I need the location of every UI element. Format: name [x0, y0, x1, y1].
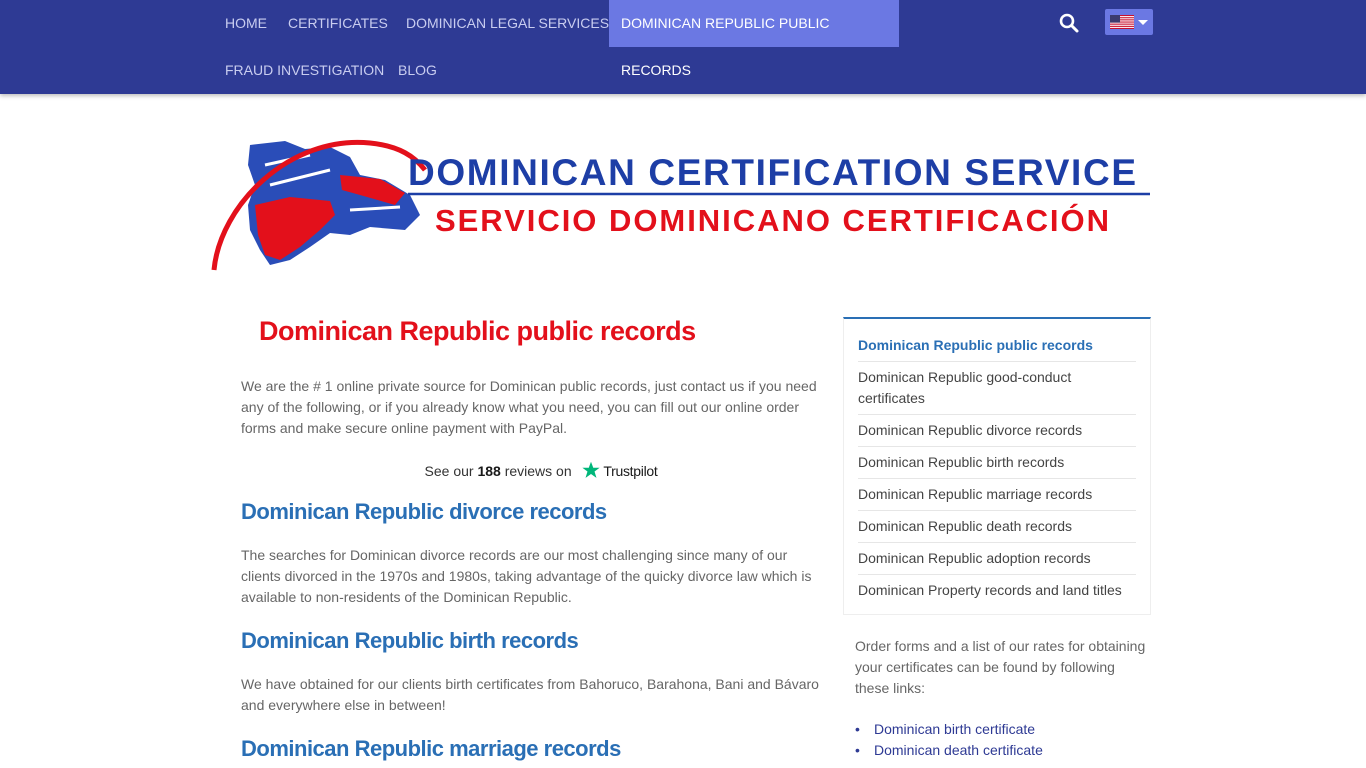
sidebar-item-good-conduct[interactable]: Dominican Republic good-conduct certific…: [858, 362, 1136, 415]
nav-dominican-legal-services[interactable]: DOMINICAN LEGAL SERVICES: [394, 0, 621, 47]
trustpilot-suffix: reviews on: [504, 463, 572, 479]
us-flag-icon: [1110, 15, 1134, 29]
nav-blog[interactable]: BLOG: [386, 47, 449, 94]
section-heading-marriage: Dominican Republic marriage records: [241, 736, 621, 761]
list-item: Dominican death certificate: [855, 740, 1151, 761]
main-content: Dominican Republic public records We are…: [241, 310, 821, 762]
section-text-birth: We have obtained for our clients birth c…: [241, 676, 819, 713]
nav-fraud-investigation[interactable]: FRAUD INVESTIGATION: [213, 47, 396, 94]
sidebar-item-adoption[interactable]: Dominican Republic adoption records: [858, 543, 1136, 575]
sidebar-item-marriage[interactable]: Dominican Republic marriage records: [858, 479, 1136, 511]
sidebar-order-links: Dominican birth certificate Dominican de…: [855, 719, 1151, 761]
trustpilot-brand: Trustpilot: [603, 463, 658, 479]
section-heading-birth: Dominican Republic birth records: [241, 628, 579, 653]
search-icon[interactable]: [1057, 11, 1081, 35]
sidebar-menu: Dominican Republic public records Domini…: [843, 317, 1151, 615]
logo-line1: DOMINICAN CERTIFICATION SERVICE: [408, 152, 1136, 193]
top-navbar: HOME CERTIFICATES DOMINICAN LEGAL SERVIC…: [0, 0, 1366, 94]
site-logo[interactable]: DOMINICAN CERTIFICATION SERVICE SERVICIO…: [210, 135, 1155, 275]
intro-paragraph: We are the # 1 online private source for…: [241, 378, 817, 436]
order-link-death[interactable]: Dominican death certificate: [874, 742, 1043, 758]
section-heading-divorce: Dominican Republic divorce records: [241, 499, 607, 524]
trustpilot-widget[interactable]: See our 188 reviews on Trustpilot: [241, 461, 821, 481]
sidebar-item-property[interactable]: Dominican Property records and land titl…: [858, 575, 1136, 606]
sidebar-order-text: Order forms and a list of our rates for …: [855, 638, 1146, 696]
logo-line2: SERVICIO DOMINICANO CERTIFICACIÓN: [435, 202, 1109, 238]
trustpilot-star-icon: [581, 461, 600, 478]
sidebar-item-divorce[interactable]: Dominican Republic divorce records: [858, 415, 1136, 447]
nav-public-records[interactable]: DOMINICAN REPUBLIC PUBLIC RECORDS: [609, 0, 899, 78]
page-title: Dominican Republic public records: [259, 316, 696, 346]
list-item: Dominican birth certificate: [855, 719, 1151, 740]
section-text-divorce: The searches for Dominican divorce recor…: [241, 547, 812, 605]
language-selector[interactable]: [1105, 9, 1153, 35]
nav-home[interactable]: HOME: [213, 0, 279, 47]
sidebar-item-birth[interactable]: Dominican Republic birth records: [858, 447, 1136, 479]
sidebar-item-public-records[interactable]: Dominican Republic public records: [858, 330, 1136, 362]
trustpilot-prefix: See our: [424, 463, 474, 479]
sidebar-item-death[interactable]: Dominican Republic death records: [858, 511, 1136, 543]
trustpilot-count: 188: [477, 463, 501, 479]
order-link-birth[interactable]: Dominican birth certificate: [874, 721, 1035, 737]
chevron-down-icon: [1138, 20, 1148, 25]
nav-certificates[interactable]: CERTIFICATES: [276, 0, 400, 47]
